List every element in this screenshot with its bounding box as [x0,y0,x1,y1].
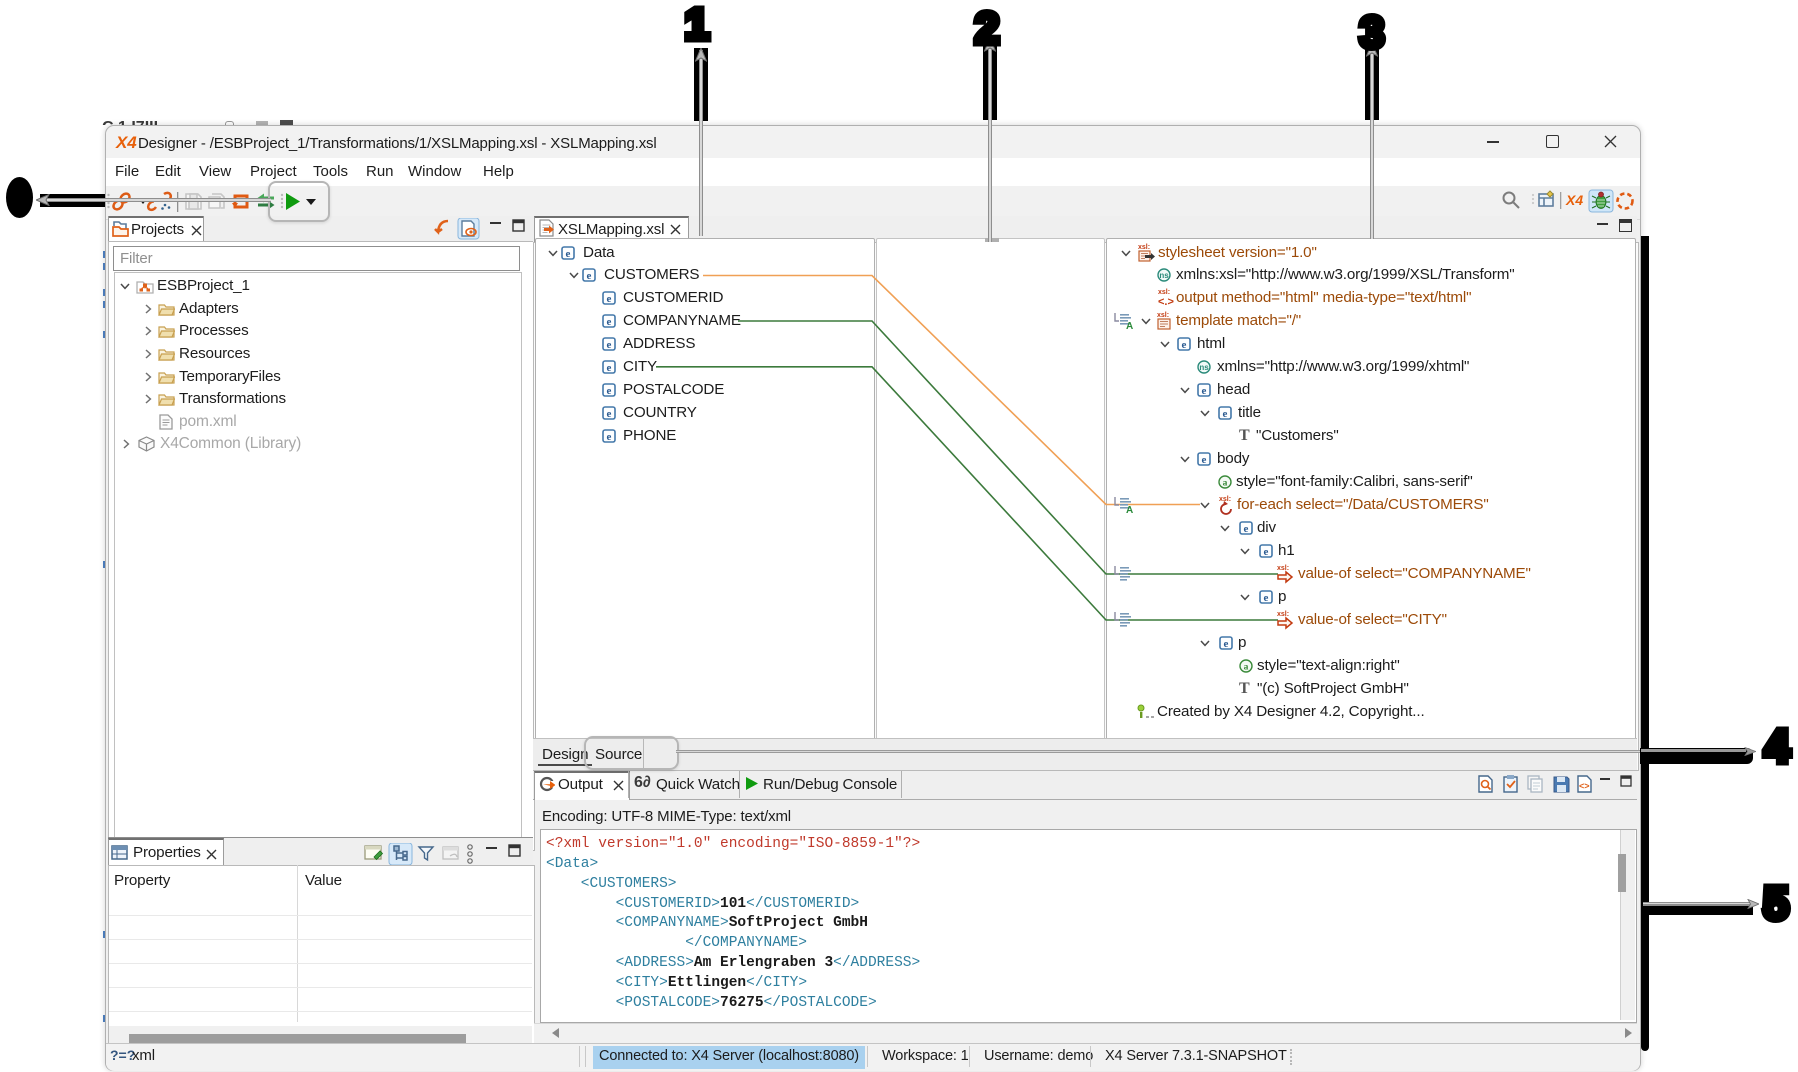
svg-text:e: e [607,293,612,305]
svg-text:a: a [1244,662,1249,672]
svg-text:A: A [1126,321,1133,330]
svg-text:e: e [607,431,612,443]
svg-text:e: e [1244,523,1249,535]
svg-text:xsl:: xsl: [1138,244,1150,251]
svg-text:xsl:: xsl: [1277,565,1289,572]
svg-text:e: e [607,362,612,374]
svg-text:e: e [1182,339,1187,351]
svg-text:e: e [607,408,612,420]
svg-text:e: e [1223,408,1228,420]
svg-text:e: e [587,270,592,282]
svg-text:a: a [1223,479,1228,489]
svg-text:e: e [566,248,571,260]
svg-text:<>: <> [1579,781,1590,791]
svg-text:<.>: <.> [1158,296,1174,308]
svg-text:e: e [607,316,612,328]
svg-text:A: A [1126,505,1133,514]
svg-text:e: e [1202,454,1207,466]
svg-text:X4: X4 [1565,192,1583,208]
svg-text:e: e [607,339,612,351]
svg-text:e: e [1264,592,1269,604]
svg-text:xsl:: xsl: [1157,312,1169,319]
svg-text:e: e [1264,546,1269,558]
svg-text:e: e [1224,638,1229,650]
svg-text:xsl:: xsl: [1158,289,1170,296]
svg-text:xsl:: xsl: [1277,611,1289,618]
svg-text:ns: ns [1159,271,1169,280]
svg-text:e: e [1202,385,1207,397]
svg-text:ns: ns [1199,363,1209,372]
svg-text:e: e [607,385,612,397]
